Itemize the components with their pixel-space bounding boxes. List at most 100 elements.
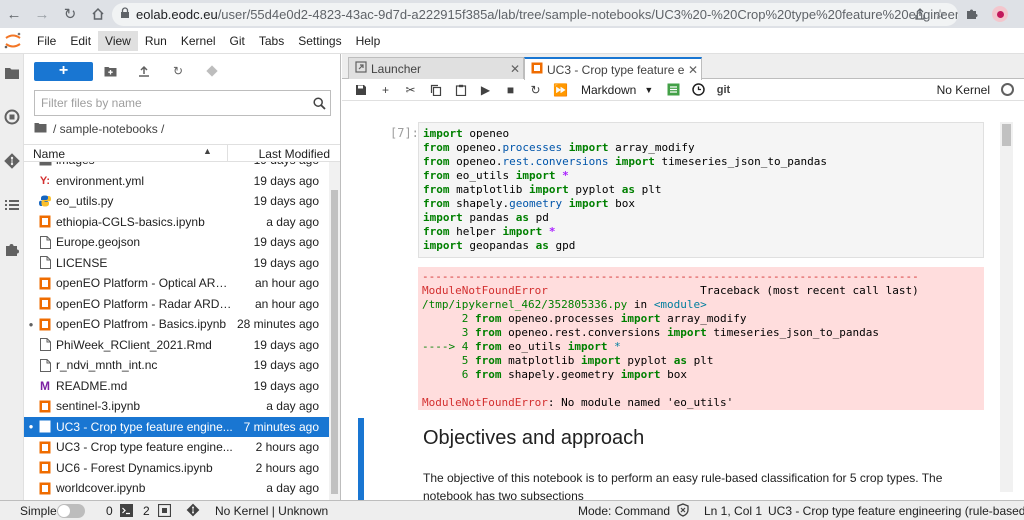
traceback-line: 6 from shapely.geometry import box [422, 368, 687, 382]
menu-settings[interactable]: Settings [291, 31, 348, 51]
back-icon[interactable]: ← [0, 0, 28, 28]
code-token: timeseries_json_to_pandas [706, 326, 879, 339]
traceback-line: 3 from openeo.rest.conversions import ti… [422, 326, 879, 340]
file-name: r_ndvi_mnth_int.nc [56, 358, 158, 372]
menu-edit[interactable]: Edit [63, 31, 98, 51]
cut-icon[interactable]: ✂ [398, 80, 423, 100]
terminal-icon [120, 504, 133, 520]
code-token: import [423, 211, 463, 224]
save-icon[interactable] [348, 80, 373, 100]
menu-git[interactable]: Git [223, 31, 252, 51]
cursor-position[interactable]: Ln 1, Col 1 [704, 504, 762, 518]
menu-help[interactable]: Help [349, 31, 388, 51]
clock-icon[interactable] [686, 80, 711, 100]
menu-run[interactable]: Run [138, 31, 174, 51]
running-sessions-icon[interactable] [1, 106, 23, 128]
file-row[interactable]: sentinel-3.ipynb a day ago [24, 396, 329, 416]
table-of-contents-icon[interactable] [1, 194, 23, 216]
notebook-scrollbar[interactable] [1000, 122, 1013, 492]
stop-icon[interactable]: ■ [498, 80, 523, 100]
paste-icon[interactable] [448, 80, 473, 100]
file-row[interactable]: PhiWeek_RClient_2021.Rmd 19 days ago [24, 335, 329, 355]
file-row[interactable]: ● UC3 - Crop type feature engine... 7 minu… [24, 416, 329, 437]
simple-mode-toggle[interactable] [57, 504, 85, 518]
folder-icon[interactable] [1, 62, 23, 84]
file-row[interactable]: Y: environment.yml 19 days ago [24, 171, 329, 191]
sort-up-icon[interactable]: ▲ [203, 146, 212, 156]
column-divider[interactable] [227, 145, 228, 161]
scrollbar-thumb[interactable] [331, 190, 338, 494]
file-row[interactable]: UC3 - Crop type feature engine... 2 hours… [24, 437, 329, 457]
refresh-icon[interactable]: ↻ [161, 61, 195, 81]
trusted-icon[interactable] [676, 503, 690, 520]
notebook-content: [7]: import openeo from openeo.processes … [342, 102, 1024, 500]
kernel-name[interactable]: No Kernel [937, 83, 990, 97]
extension-manager-icon[interactable] [1, 238, 23, 260]
file-row[interactable]: r_ndvi_mnth_int.nc 19 days ago [24, 355, 329, 375]
copy-icon[interactable] [423, 80, 448, 100]
git-branch-icon[interactable] [186, 503, 200, 520]
breadcrumb-path[interactable]: / sample-notebooks / [53, 122, 164, 136]
code-cell-editor[interactable]: import openeo from openeo.processes impor… [418, 122, 984, 258]
code-token: import [423, 239, 463, 252]
git-icon[interactable] [1, 150, 23, 172]
column-name-header[interactable]: Name [33, 147, 65, 161]
menu-file[interactable]: File [30, 31, 63, 51]
file-row[interactable]: UC6 - Forest Dynamics.ipynb 2 hours ago [24, 458, 329, 478]
code-token: pandas [462, 211, 516, 224]
run-icon[interactable]: ▶ [473, 80, 498, 100]
code-token: pyplot [620, 354, 674, 367]
toc-icon[interactable] [661, 80, 686, 100]
profile-avatar[interactable] [990, 4, 1010, 24]
terminal-count[interactable]: 0 [106, 504, 113, 518]
cell-type-dropdown[interactable]: Markdown ▼ [581, 83, 661, 97]
file-name: PhiWeek_RClient_2021.Rmd [56, 337, 212, 352]
folder-icon[interactable] [34, 122, 47, 136]
close-icon[interactable]: ✕ [507, 62, 523, 76]
file-row[interactable]: worldcover.ipynb a day ago [24, 478, 329, 498]
reload-icon[interactable]: ↻ [56, 0, 84, 28]
menu-view[interactable]: View [98, 30, 138, 51]
launcher-icon [355, 61, 367, 76]
filter-files-input[interactable] [35, 92, 308, 114]
share-icon[interactable] [910, 4, 930, 24]
file-modified: a day ago [266, 481, 319, 495]
simple-mode-label: Simple [20, 504, 57, 518]
tab-launcher[interactable]: Launcher ✕ [348, 57, 524, 79]
left-sidebar [0, 54, 24, 500]
file-row[interactable]: LICENSE 19 days ago [24, 253, 329, 273]
restart-run-all-icon[interactable]: ⏩ [548, 80, 573, 100]
git-diff-button[interactable]: git [711, 80, 736, 100]
file-row[interactable]: M README.md 19 days ago [24, 376, 329, 396]
new-launcher-button[interactable]: + [34, 61, 93, 81]
git-clone-icon[interactable] [195, 61, 229, 81]
kernel-status-text[interactable]: No Kernel | Unknown [215, 504, 328, 518]
scrollbar-thumb[interactable] [1002, 124, 1011, 146]
tab-bar: Launcher ✕ UC3 - Crop type feature engi … [342, 54, 1024, 80]
address-bar[interactable]: eolab.eodc.eu/user/55d4e0d2-4823-43ac-9d… [112, 3, 958, 26]
new-folder-icon[interactable] [93, 61, 127, 81]
notebook-mode[interactable]: Mode: Command [578, 504, 670, 518]
close-icon[interactable]: ✕ [685, 63, 701, 77]
file-row[interactable]: ethiopia-CGLS-basics.ipynb a day ago [24, 212, 329, 232]
file-row[interactable]: images19 days ago [24, 162, 329, 170]
forward-icon[interactable]: → [28, 0, 56, 28]
home-icon[interactable] [84, 0, 112, 28]
file-row[interactable]: openEO Platform - Radar ARD.i... an hour … [24, 294, 329, 314]
bookmark-star-icon[interactable]: ☆ [930, 4, 950, 24]
file-row[interactable]: openEO Platform - Optical ARD... an hour … [24, 273, 329, 293]
file-list-scrollbar[interactable] [329, 162, 340, 500]
column-modified-header[interactable]: Last Modified [259, 147, 330, 161]
tab-notebook[interactable]: UC3 - Crop type feature engi ✕ [524, 57, 702, 80]
kernel-count[interactable]: 2 [143, 504, 150, 518]
file-row[interactable]: ● openEO Platfrom - Basics.ipynb 28 minute… [24, 314, 329, 334]
extensions-icon[interactable] [962, 4, 982, 24]
file-row[interactable]: eo_utils.py 19 days ago [24, 191, 329, 211]
menu-kernel[interactable]: Kernel [174, 31, 223, 51]
restart-icon[interactable]: ↻ [523, 80, 548, 100]
insert-cell-icon[interactable]: + [373, 80, 398, 100]
menu-tabs[interactable]: Tabs [252, 31, 291, 51]
active-cell-indicator[interactable] [358, 418, 364, 500]
upload-icon[interactable] [127, 61, 161, 81]
file-row[interactable]: Europe.geojson 19 days ago [24, 232, 329, 252]
